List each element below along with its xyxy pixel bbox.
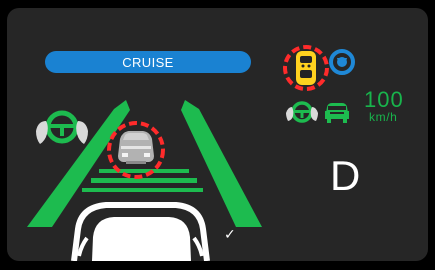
small-steering-icon bbox=[286, 101, 318, 123]
check-indicator: ✓ bbox=[224, 227, 236, 243]
small-car-icon bbox=[325, 103, 349, 123]
steering-wheel-hands-icon bbox=[36, 110, 88, 144]
distance-bar bbox=[91, 178, 197, 183]
gear-indicator: D bbox=[330, 152, 361, 199]
speed-value: 100 bbox=[364, 87, 404, 112]
vehicle-alert-icon bbox=[283, 45, 329, 91]
distance-bar bbox=[82, 188, 203, 192]
driver-assist-display: CRUISE 100 km/h D ✓ bbox=[7, 8, 428, 261]
distance-bar bbox=[99, 169, 189, 173]
vehicle-display-screen: CRUISE 100 km/h D ✓ bbox=[0, 0, 435, 270]
blue-target-icon bbox=[329, 49, 355, 75]
speed-unit: km/h bbox=[369, 110, 398, 124]
own-car-icon bbox=[71, 202, 210, 261]
front-vehicle-icon bbox=[107, 121, 165, 179]
distance-bars bbox=[82, 169, 203, 192]
driver-assist-scene bbox=[27, 45, 355, 261]
